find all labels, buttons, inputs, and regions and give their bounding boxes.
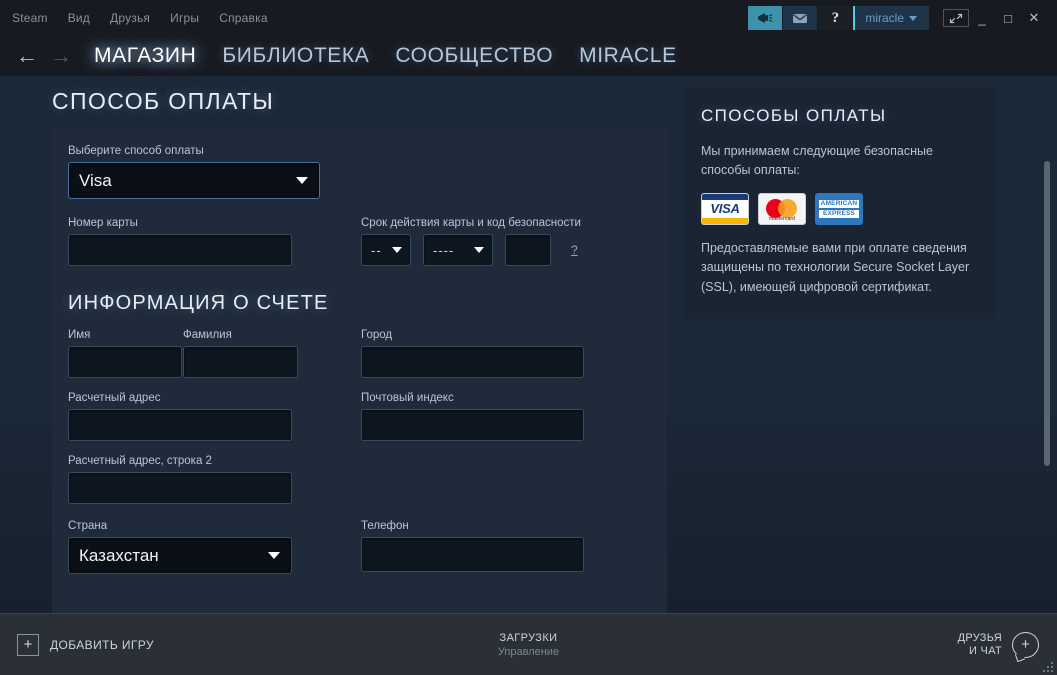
payment-form-column: СПОСОБ ОПЛАТЫ Выберите способ оплаты Vis…	[52, 88, 667, 613]
envelope-icon[interactable]	[783, 6, 818, 30]
card-number-label: Номер карты	[68, 217, 138, 229]
navigation-bar: ← → МАГАЗИН БИБЛИОТЕКА СООБЩЕСТВО MIRACL…	[0, 36, 1057, 76]
menu-item-view[interactable]: Вид	[68, 11, 90, 25]
country-label: Страна	[68, 520, 108, 532]
phone-label: Телефон	[361, 520, 409, 532]
friends-label: ДРУЗЬЯ И ЧАТ	[958, 632, 1002, 658]
sidebar-intro-text: Мы принимаем следующие безопасные способ…	[701, 144, 933, 178]
titlebar-right-controls: ? miracle _ □ ✕	[748, 0, 1057, 36]
last-name-label: Фамилия	[183, 329, 232, 341]
phone-input[interactable]	[361, 537, 584, 572]
last-name-input[interactable]	[183, 346, 298, 378]
zip-input[interactable]	[361, 409, 584, 441]
first-name-input[interactable]	[68, 346, 182, 378]
page-title: СПОСОБ ОПЛАТЫ	[52, 88, 275, 114]
mastercard-logo-label: mastercard	[768, 215, 795, 222]
steam-client-window: Steam Вид Друзья Игры Справка ? miracle …	[0, 0, 1057, 675]
chevron-down-icon	[909, 15, 917, 21]
amex-logo-line2: EXPRESS	[819, 209, 859, 218]
cvv-help-link[interactable]: ?	[571, 243, 578, 257]
cvv-input[interactable]	[505, 234, 551, 266]
payment-form-panel: Выберите способ оплаты Visa Номер карты	[52, 127, 667, 613]
zip-label: Почтовый индекс	[361, 392, 454, 404]
expiry-year-value: ----	[433, 242, 455, 258]
help-button[interactable]: ?	[818, 6, 853, 30]
username-label: miracle	[865, 11, 904, 25]
visa-card-logo: VISA	[701, 192, 749, 225]
payment-method-value: Visa	[79, 170, 112, 190]
minimize-button[interactable]: _	[969, 5, 995, 31]
country-value: Казахстан	[79, 545, 159, 565]
payment-method-label: Выберите способ оплаты	[68, 145, 204, 157]
city-input[interactable]	[361, 346, 584, 378]
nav-tab-store[interactable]: МАГАЗИН	[94, 44, 196, 68]
first-name-label: Имя	[68, 329, 91, 341]
payment-info-sidebar: СПОСОБЫ ОПЛАТЫ Мы принимаем следующие бе…	[683, 88, 995, 613]
chevron-down-icon	[268, 552, 280, 559]
address1-label: Расчетный адрес	[68, 392, 161, 404]
mastercard-card-logo: mastercard	[758, 192, 806, 225]
downloads-title: ЗАГРУЗКИ	[499, 631, 558, 644]
downloads-status[interactable]: ЗАГРУЗКИ Управление	[0, 632, 1057, 658]
expiry-month-select[interactable]: --	[361, 234, 411, 266]
expand-arrows-icon[interactable]	[943, 9, 969, 27]
menu-item-help[interactable]: Справка	[219, 11, 267, 25]
address2-label: Расчетный адрес, строка 2	[68, 455, 212, 467]
resize-grip[interactable]	[1043, 662, 1053, 672]
back-button[interactable]: ←	[10, 39, 44, 73]
expiry-label: Срок действия карты и код безопасности	[361, 217, 581, 229]
address2-input[interactable]	[68, 472, 292, 504]
close-button[interactable]: ✕	[1021, 5, 1047, 31]
friends-and-chat-button[interactable]: ДРУЗЬЯ И ЧАТ +	[958, 631, 1039, 658]
sidebar-heading: СПОСОБЫ ОПЛАТЫ	[701, 106, 887, 125]
megaphone-icon[interactable]	[748, 6, 783, 30]
sidebar-ssl-text: Предоставляемые вами при оплате сведения…	[701, 240, 970, 294]
friends-label-line1: ДРУЗЬЯ	[957, 631, 1002, 644]
chevron-down-icon	[392, 247, 402, 253]
amex-card-logo: AMERICAN EXPRESS	[815, 192, 863, 225]
menu-item-games[interactable]: Игры	[170, 11, 199, 25]
page-scrollbar[interactable]	[1043, 76, 1051, 613]
expiry-year-select[interactable]: ----	[423, 234, 493, 266]
main-menu: Steam Вид Друзья Игры Справка	[0, 11, 268, 25]
card-number-input[interactable]	[68, 234, 292, 266]
friends-label-line2: И ЧАТ	[969, 644, 1002, 657]
downloads-subtitle: Управление	[497, 645, 560, 658]
forward-button[interactable]: →	[44, 39, 78, 73]
payment-method-select[interactable]: Visa	[68, 162, 320, 199]
user-menu[interactable]: miracle	[853, 6, 929, 30]
city-label: Город	[361, 329, 393, 341]
menu-item-friends[interactable]: Друзья	[110, 11, 150, 25]
nav-tab-community[interactable]: СООБЩЕСТВО	[395, 44, 553, 68]
chevron-down-icon	[296, 177, 308, 184]
page-content: СПОСОБ ОПЛАТЫ Выберите способ оплаты Vis…	[0, 76, 1057, 613]
nav-tab-library[interactable]: БИБЛИОТЕКА	[222, 44, 369, 68]
accepted-payments-panel: СПОСОБЫ ОПЛАТЫ Мы принимаем следующие бе…	[683, 88, 995, 319]
country-select[interactable]: Казахстан	[68, 537, 292, 574]
scrollbar-thumb[interactable]	[1044, 161, 1050, 466]
maximize-button[interactable]: □	[995, 5, 1021, 31]
nav-tabs: МАГАЗИН БИБЛИОТЕКА СООБЩЕСТВО MIRACLE	[94, 44, 677, 68]
billing-section-title: ИНФОРМАЦИЯ О СЧЕТЕ	[68, 292, 329, 314]
address1-input[interactable]	[68, 409, 292, 441]
titlebar: Steam Вид Друзья Игры Справка ? miracle …	[0, 0, 1057, 36]
status-bar: + ДОБАВИТЬ ИГРУ ЗАГРУЗКИ Управление ДРУЗ…	[0, 613, 1057, 675]
accepted-card-logos: VISA mastercard AMERICAN EXPRESS	[701, 192, 975, 225]
nav-tab-profile[interactable]: MIRACLE	[579, 44, 677, 68]
chevron-down-icon	[474, 247, 484, 253]
expiry-month-value: --	[371, 242, 382, 258]
chat-plus-icon: +	[1012, 631, 1039, 658]
amex-logo-line1: AMERICAN	[819, 199, 859, 208]
menu-item-steam[interactable]: Steam	[12, 11, 48, 25]
visa-logo-label: VISA	[710, 201, 740, 217]
